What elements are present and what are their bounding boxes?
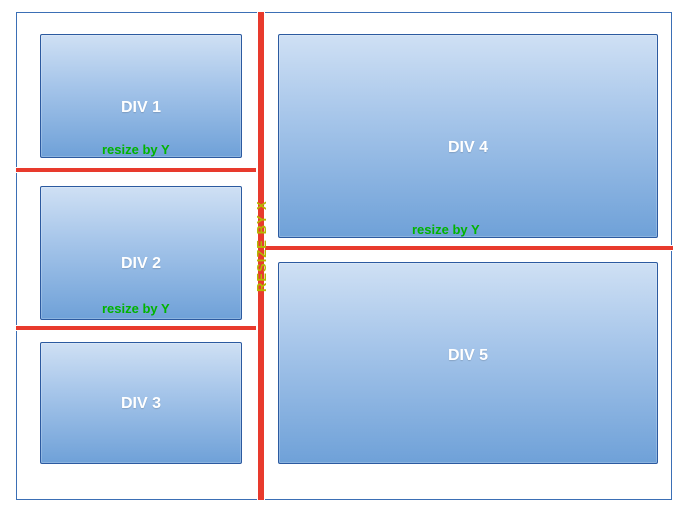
panel-div5-label: DIV 5 [279,347,657,365]
panel-div2-resize-hint: resize by Y [102,301,170,316]
panel-div3: DIV 3 [40,342,242,464]
panel-div4: DIV 4 [278,34,658,238]
diagram-canvas: DIV 1 resize by Y DIV 2 resize by Y DIV … [0,0,689,519]
panel-div5: DIV 5 [278,262,658,464]
divider-left-upper[interactable] [16,168,256,172]
panel-div3-label: DIV 3 [41,395,241,413]
divider-right[interactable] [264,246,673,250]
panel-div4-label: DIV 4 [279,139,657,157]
panel-div4-resize-hint: resize by Y [412,222,480,237]
panel-div1: DIV 1 [40,34,242,158]
panel-div2-label: DIV 2 [41,255,241,273]
center-divider-resize-hint: RESIZE BY X [254,200,269,292]
divider-left-lower[interactable] [16,326,256,330]
panel-div1-label: DIV 1 [41,99,241,117]
panel-div2: DIV 2 [40,186,242,320]
panel-div1-resize-hint: resize by Y [102,142,170,157]
